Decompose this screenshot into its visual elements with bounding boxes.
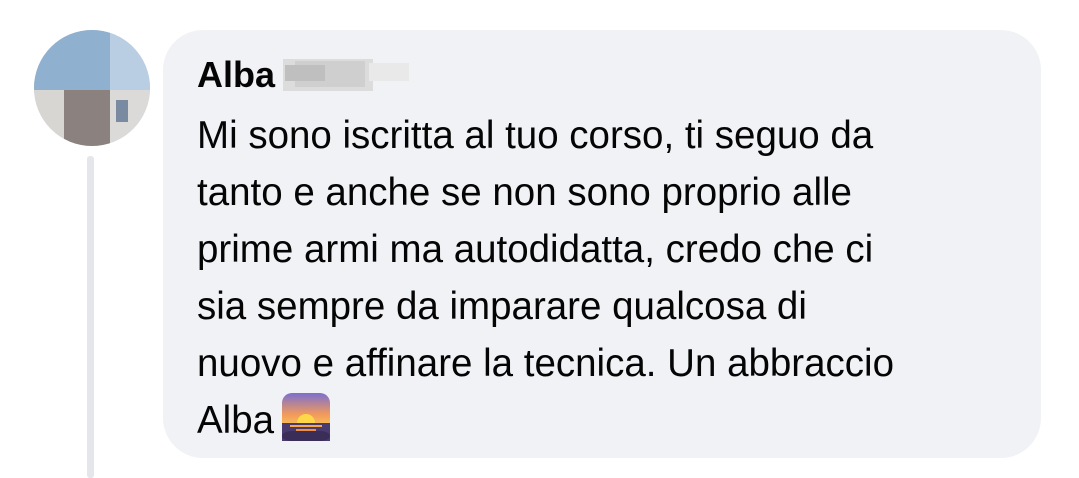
signature-text: Alba bbox=[197, 399, 275, 442]
redaction-blur bbox=[277, 55, 417, 95]
comment-line-last: Alba bbox=[197, 392, 1027, 449]
comment-line: nuovo e affinare la tecnica. Un abbracci… bbox=[197, 342, 895, 385]
author-row: Alba bbox=[197, 52, 417, 98]
comment-text: Mi sono iscritta al tuo corso, ti seguo … bbox=[197, 107, 1027, 449]
comment-line: prime armi ma autodidatta, credo che ci bbox=[197, 228, 874, 271]
thread-line bbox=[87, 156, 94, 478]
comment-line: tanto e anche se non sono proprio alle bbox=[197, 171, 852, 214]
avatar[interactable] bbox=[34, 30, 150, 146]
comment-line: sia sempre da imparare qualcosa di bbox=[197, 285, 807, 328]
comment-line: Mi sono iscritta al tuo corso, ti seguo … bbox=[197, 114, 874, 157]
sunset-emoji-icon bbox=[282, 393, 331, 441]
author-name[interactable]: Alba bbox=[197, 54, 275, 96]
